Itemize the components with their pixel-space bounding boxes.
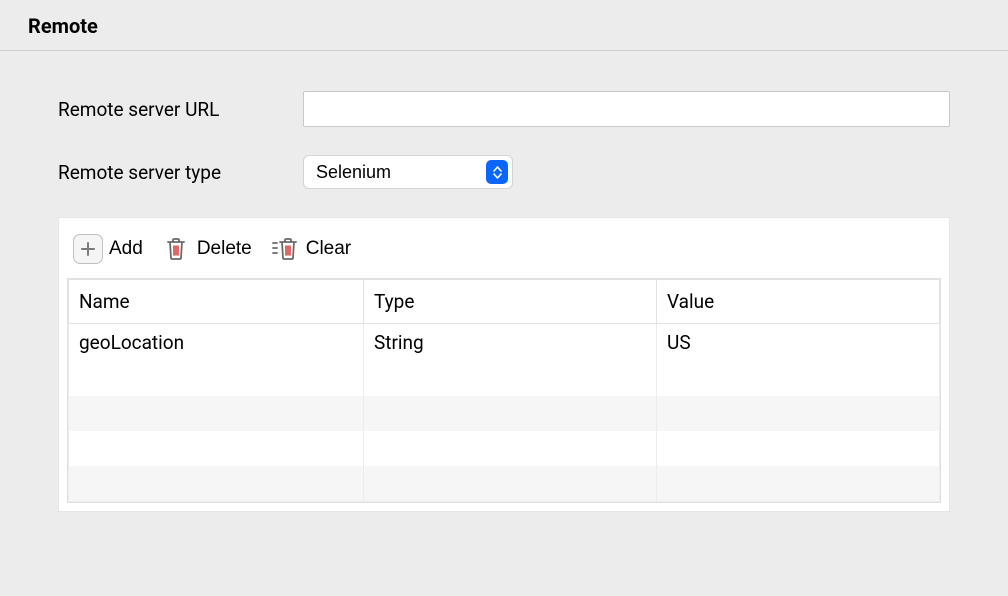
table-row-empty	[69, 431, 940, 466]
remote-type-label: Remote server type	[58, 161, 303, 184]
clear-button-label: Clear	[306, 238, 351, 260]
clear-icon	[270, 234, 300, 264]
trash-icon	[161, 234, 191, 264]
capabilities-panel: Add Delete	[58, 217, 950, 512]
column-header-name[interactable]: Name	[69, 280, 364, 324]
add-button-label: Add	[109, 238, 143, 260]
column-header-value[interactable]: Value	[657, 280, 940, 324]
toolbar: Add Delete	[67, 234, 941, 278]
capabilities-table: Name Type Value geoLocation String US	[68, 279, 940, 502]
page-title: Remote	[28, 14, 980, 38]
delete-button[interactable]: Delete	[161, 234, 252, 264]
table-row-empty	[69, 466, 940, 501]
remote-type-row: Remote server type Selenium	[58, 155, 950, 189]
add-button[interactable]: Add	[73, 234, 143, 264]
table-row-empty	[69, 361, 940, 396]
content-area: Remote server URL Remote server type Sel…	[0, 51, 1008, 512]
cell-type[interactable]: String	[364, 324, 657, 362]
remote-url-label: Remote server URL	[58, 98, 303, 121]
delete-button-label: Delete	[197, 238, 252, 260]
column-header-type[interactable]: Type	[364, 280, 657, 324]
table-row-empty	[69, 396, 940, 431]
remote-url-input[interactable]	[303, 91, 950, 127]
remote-url-row: Remote server URL	[58, 91, 950, 127]
plus-icon	[73, 234, 103, 264]
remote-type-select[interactable]: Selenium	[303, 155, 513, 189]
table-row[interactable]: geoLocation String US	[69, 324, 940, 362]
cell-value[interactable]: US	[657, 324, 940, 362]
cell-name[interactable]: geoLocation	[69, 324, 364, 362]
clear-button[interactable]: Clear	[270, 234, 351, 264]
panel-header: Remote	[0, 0, 1008, 51]
